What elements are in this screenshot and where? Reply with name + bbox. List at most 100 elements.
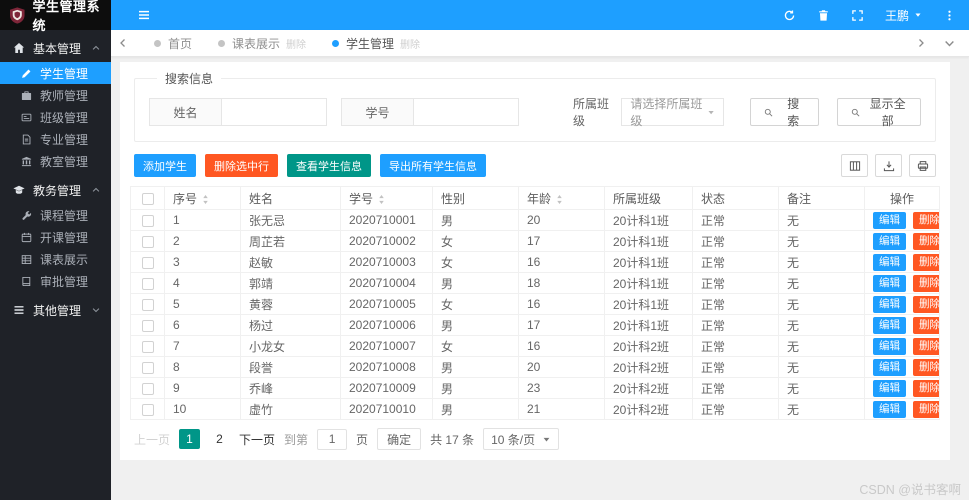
delete-row-button[interactable]: 删除 — [913, 358, 939, 376]
sidebar-group-basic-management[interactable]: 基本管理 — [0, 34, 111, 62]
row-checkbox[interactable] — [141, 214, 154, 227]
delete-row-button[interactable]: 删除 — [913, 379, 939, 397]
search-icon — [851, 107, 860, 118]
delete-row-button[interactable]: 删除 — [913, 211, 939, 229]
tab-status-dot — [154, 39, 161, 47]
app-logo[interactable]: 学生管理系统 — [0, 0, 111, 33]
next-page-button[interactable]: 下一页 — [239, 431, 275, 448]
student-id-input[interactable] — [413, 98, 519, 126]
row-checkbox[interactable] — [141, 340, 154, 353]
row-checkbox[interactable] — [141, 298, 154, 311]
sidebar-item-students[interactable]: 学生管理 — [0, 62, 111, 84]
tab-close-button[interactable]: 删除 — [286, 36, 306, 51]
table-cell: 正常 — [692, 398, 779, 420]
book-icon — [21, 276, 32, 287]
page-number-button[interactable]: 1 — [179, 429, 201, 449]
table-cell: 无 — [778, 209, 865, 231]
sidebar-item-approval[interactable]: 审批管理 — [0, 270, 111, 292]
edit-row-button[interactable]: 编辑 — [873, 211, 906, 229]
fullscreen-icon[interactable] — [851, 9, 864, 22]
delete-row-button[interactable]: 删除 — [913, 316, 939, 334]
name-input[interactable] — [221, 98, 327, 126]
clear-cache-icon[interactable] — [817, 9, 830, 22]
row-checkbox[interactable] — [141, 403, 154, 416]
goto-confirm-button[interactable]: 确定 — [377, 428, 422, 450]
row-checkbox[interactable] — [141, 256, 154, 269]
home-icon — [13, 42, 25, 54]
column-header[interactable]: 序号 — [164, 186, 241, 210]
row-checkbox[interactable] — [141, 235, 154, 248]
name-field: 姓名 — [149, 98, 327, 126]
tab-home[interactable]: 首页 — [141, 30, 205, 56]
export-button[interactable] — [875, 154, 902, 177]
table-cell: 正常 — [692, 230, 779, 252]
column-header[interactable]: 年龄 — [518, 186, 605, 210]
table-cell: 2020710009 — [340, 377, 433, 399]
edit-row-button[interactable]: 编辑 — [873, 379, 906, 397]
edit-row-button[interactable]: 编辑 — [873, 295, 906, 313]
class-select[interactable]: 请选择所属班级 — [621, 97, 725, 128]
row-checkbox[interactable] — [141, 382, 154, 395]
row-select-cell — [130, 356, 165, 378]
menu-hamburger-icon[interactable] — [137, 8, 151, 22]
edit-row-button[interactable]: 编辑 — [873, 232, 906, 250]
sidebar-item-teachers[interactable]: 教师管理 — [0, 84, 111, 106]
edit-row-button[interactable]: 编辑 — [873, 316, 906, 334]
edit-row-button[interactable]: 编辑 — [873, 274, 906, 292]
delete-selected-rows-button[interactable]: 删除选中行 — [205, 154, 278, 177]
goto-page-input[interactable] — [317, 428, 348, 450]
row-checkbox[interactable] — [141, 277, 154, 290]
delete-row-button[interactable]: 删除 — [913, 232, 939, 250]
prev-page-button[interactable]: 上一页 — [134, 431, 170, 448]
class-field: 所属班级 请选择所属班级 — [573, 95, 725, 129]
tab-course-table[interactable]: 课表展示 删除 — [205, 30, 319, 56]
row-select-cell — [130, 230, 165, 252]
page-size-select[interactable]: 10 条/页 — [483, 428, 560, 450]
sidebar-group-other-management[interactable]: 其他管理 — [0, 296, 111, 324]
sidebar-group-academic-management[interactable]: 教务管理 — [0, 176, 111, 204]
tabs-scroll-right-button[interactable] — [909, 38, 933, 48]
user-menu[interactable]: 王鹏 — [885, 7, 922, 24]
sidebar-item-label: 开课管理 — [40, 230, 89, 245]
sidebar-item-classrooms[interactable]: 教室管理 — [0, 150, 111, 172]
tab-bar-controls — [909, 38, 969, 49]
search-panel-title: 搜索信息 — [165, 72, 214, 86]
add-student-button[interactable]: 添加学生 — [134, 154, 196, 177]
show-all-button[interactable]: 显示全部 — [837, 97, 921, 128]
delete-row-button[interactable]: 删除 — [913, 337, 939, 355]
view-student-info-button[interactable]: 查看学生信息 — [287, 154, 371, 177]
delete-row-button[interactable]: 删除 — [913, 274, 939, 292]
tab-close-button[interactable]: 删除 — [400, 36, 420, 51]
delete-row-button[interactable]: 删除 — [913, 295, 939, 313]
tabs-menu-button[interactable] — [937, 38, 961, 49]
export-all-students-button[interactable]: 导出所有学生信息 — [380, 154, 486, 177]
refresh-icon[interactable] — [783, 9, 796, 22]
select-all-checkbox[interactable] — [141, 192, 154, 205]
column-header[interactable]: 学号 — [340, 186, 433, 210]
edit-row-button[interactable]: 编辑 — [873, 253, 906, 271]
edit-row-button[interactable]: 编辑 — [873, 337, 906, 355]
edit-row-button[interactable]: 编辑 — [873, 400, 906, 418]
row-checkbox[interactable] — [141, 319, 154, 332]
more-vertical-icon[interactable] — [943, 9, 956, 22]
sidebar-item-course-offering[interactable]: 开课管理 — [0, 226, 111, 248]
sidebar-item-courses[interactable]: 课程管理 — [0, 204, 111, 226]
sidebar-item-majors[interactable]: 专业管理 — [0, 128, 111, 150]
table-cell: 无 — [778, 314, 865, 336]
tabs-scroll-left-button[interactable] — [111, 30, 135, 56]
row-checkbox[interactable] — [141, 361, 154, 374]
delete-row-button[interactable]: 删除 — [913, 400, 939, 418]
sidebar-item-label: 审批管理 — [40, 274, 89, 289]
table-cell: 7 — [164, 335, 241, 357]
tab-student-management[interactable]: 学生管理 删除 — [319, 30, 433, 56]
search-button[interactable]: 搜索 — [750, 97, 820, 128]
sidebar-item-classes[interactable]: 班级管理 — [0, 106, 111, 128]
column-header-label: 所属班级 — [613, 191, 662, 206]
sidebar-item-course-table[interactable]: 课表展示 — [0, 248, 111, 270]
page-unit-label: 页 — [356, 432, 369, 447]
edit-row-button[interactable]: 编辑 — [873, 358, 906, 376]
page-number-button[interactable]: 2 — [209, 429, 230, 449]
delete-row-button[interactable]: 删除 — [913, 253, 939, 271]
print-button[interactable] — [909, 154, 936, 177]
filter-columns-button[interactable] — [841, 154, 868, 177]
